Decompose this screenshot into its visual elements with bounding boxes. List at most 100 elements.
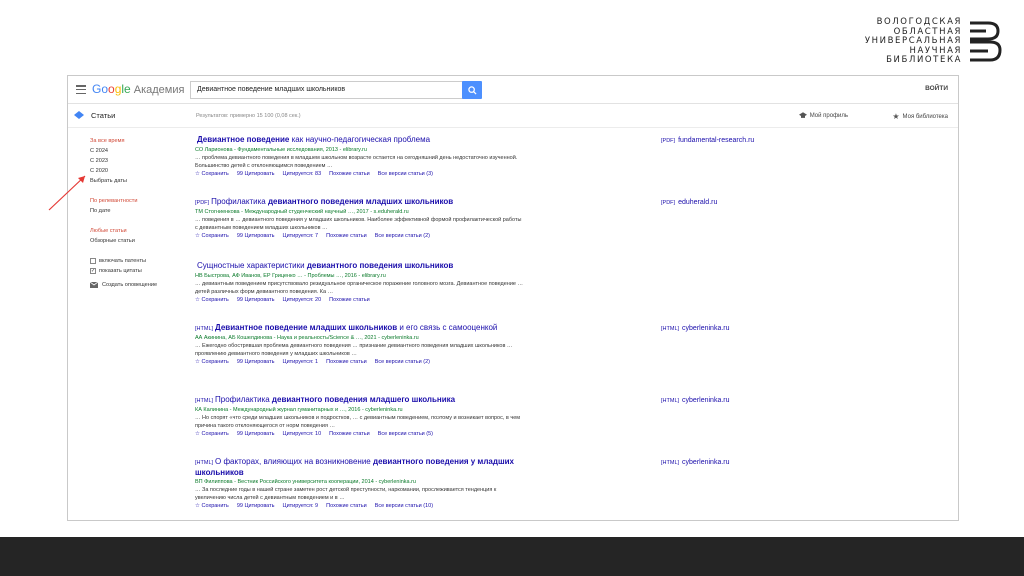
cited-by-link[interactable]: Цитируется: 9 <box>283 502 319 511</box>
result-type: [HTML] <box>195 460 214 466</box>
save-button[interactable]: ☆ Сохранить <box>195 296 229 305</box>
cited-by-link[interactable]: Цитируется: 7 <box>283 232 319 241</box>
section-title[interactable]: Статьи <box>91 111 115 120</box>
result-snippet: … Но спорят «что среди младших школьнико… <box>195 415 521 429</box>
result-type: [PDF] <box>195 200 210 206</box>
include-citations-checkbox[interactable]: ✓ показать цитаты <box>90 266 180 276</box>
result-source-link[interactable]: [PDF] fundamental-research.ru <box>661 137 754 144</box>
versions-link[interactable]: Все версии статьи (3) <box>378 170 433 179</box>
result-title[interactable]: Девиантное поведение как научно-педагоги… <box>195 135 525 146</box>
result-title[interactable]: [PDF] Профилактика девиантного поведения … <box>195 197 525 208</box>
related-link[interactable]: Похожие статьи <box>329 430 370 439</box>
result-snippet: … девиантным поведением присутствовало р… <box>195 281 523 295</box>
scholar-logo[interactable]: Google Академия <box>92 82 184 96</box>
footer-band <box>0 537 1024 576</box>
type-any[interactable]: Любые статьи <box>90 226 180 236</box>
source-type: [HTML] <box>661 326 680 332</box>
include-patents-checkbox[interactable]: включать патенты <box>90 256 180 266</box>
result-title[interactable]: [HTML] Девиантное поведение младших школь… <box>195 323 525 334</box>
create-alert-link[interactable]: Создать оповещение <box>90 282 180 288</box>
versions-link[interactable]: Все версии статьи (2) <box>375 232 430 241</box>
result-item: [PDF] Профилактика девиантного поведения … <box>195 197 525 241</box>
logo-part: o <box>108 82 115 96</box>
save-button[interactable]: ☆ Сохранить <box>195 170 229 179</box>
result-title-rest: О факторах, влияющих на возникновение <box>215 457 373 466</box>
source-domain: eduherald.ru <box>678 199 718 206</box>
library-name: ВОЛОГОДСКАЯ ОБЛАСТНАЯ УНИВЕРСАЛЬНАЯ НАУЧ… <box>865 17 962 66</box>
result-title-rest: Профилактика <box>215 395 272 404</box>
result-title-bold: Девиантное поведение младших школьников <box>215 323 398 332</box>
cite-button[interactable]: 99 Цитировать <box>237 170 275 179</box>
save-label: Сохранить <box>201 297 229 303</box>
cite-button[interactable]: 99 Цитировать <box>237 296 275 305</box>
related-link[interactable]: Похожие статьи <box>329 170 370 179</box>
cite-button[interactable]: 99 Цитировать <box>237 358 275 367</box>
articles-icon <box>74 111 84 119</box>
slide: ВОЛОГОДСКАЯ ОБЛАСТНАЯ УНИВЕРСАЛЬНАЯ НАУЧ… <box>0 0 1024 576</box>
source-domain: cyberleninka.ru <box>682 325 730 332</box>
result-title-bold: девиантного поведения младших школьников <box>267 197 454 206</box>
related-link[interactable]: Похожие статьи <box>326 358 367 367</box>
logo-subtitle: Академия <box>133 84 185 96</box>
type-reviews[interactable]: Обзорные статьи <box>90 236 180 246</box>
result-source-link[interactable]: [HTML] cyberleninka.ru <box>661 397 730 404</box>
search-input[interactable]: Девиантное поведение младших школьников <box>190 81 480 99</box>
filter-since-2024[interactable]: С 2024 <box>90 146 180 156</box>
create-alert-label: Создать оповещение <box>102 282 158 288</box>
sort-date[interactable]: По дате <box>90 206 180 216</box>
result-actions: ☆ Сохранить 99 Цитировать Цитируется: 10… <box>195 430 525 439</box>
result-authors: СО Ларионова - Фундаментальные исследова… <box>195 147 367 153</box>
cited-by-link[interactable]: Цитируется: 10 <box>283 430 322 439</box>
save-button[interactable]: ☆ Сохранить <box>195 232 229 241</box>
save-button[interactable]: ☆ Сохранить <box>195 502 229 511</box>
checkbox-label: включать патенты <box>99 258 147 264</box>
related-link[interactable]: Похожие статьи <box>326 232 367 241</box>
save-button[interactable]: ☆ Сохранить <box>195 358 229 367</box>
menu-icon[interactable] <box>76 85 86 94</box>
filter-since-2023[interactable]: С 2023 <box>90 156 180 166</box>
my-profile-link[interactable]: Мой профиль <box>798 112 848 119</box>
signin-button[interactable]: ВОЙТИ <box>925 85 948 92</box>
filter-any-time[interactable]: За все время <box>90 136 180 146</box>
save-button[interactable]: ☆ Сохранить <box>195 430 229 439</box>
result-source-link[interactable]: [HTML] cyberleninka.ru <box>661 325 730 332</box>
result-title[interactable]: Сущностные характеристики девиантного по… <box>195 261 525 272</box>
cite-button[interactable]: 99 Цитировать <box>237 502 275 511</box>
save-label: Сохранить <box>201 233 229 239</box>
library-mark-icon <box>968 19 1002 65</box>
cite-button[interactable]: 99 Цитировать <box>237 232 275 241</box>
result-source-link[interactable]: [HTML] cyberleninka.ru <box>661 459 730 466</box>
my-library-label: Моя библиотека <box>902 113 948 120</box>
versions-link[interactable]: Все версии статьи (5) <box>378 430 433 439</box>
cited-by-link[interactable]: Цитируется: 1 <box>283 358 319 367</box>
result-source-link[interactable]: [PDF] eduherald.ru <box>661 199 717 206</box>
save-label: Сохранить <box>201 431 229 437</box>
result-title[interactable]: [HTML] О факторах, влияющих на возникнове… <box>195 457 525 478</box>
source-domain: cyberleninka.ru <box>682 397 730 404</box>
result-snippet: … проблема девиантного поведения в младш… <box>195 155 518 169</box>
source-type: [HTML] <box>661 460 680 466</box>
source-type: [PDF] <box>661 138 676 144</box>
source-type: [PDF] <box>661 200 676 206</box>
related-link[interactable]: Похожие статьи <box>326 502 367 511</box>
search-button[interactable] <box>462 81 482 99</box>
filter-since-2020[interactable]: С 2020 <box>90 166 180 176</box>
result-title[interactable]: [HTML] Профилактика девиантного поведения… <box>195 395 525 406</box>
scholar-subbar: Статьи Результатов: примерно 15 100 (0,0… <box>68 104 958 128</box>
scholar-topbar: Google Академия Девиантное поведение млад… <box>68 76 958 104</box>
sort-relevance[interactable]: По релевантности <box>90 196 180 206</box>
versions-link[interactable]: Все версии статьи (10) <box>375 502 433 511</box>
cite-label: Цитировать <box>244 297 275 303</box>
my-library-link[interactable]: ★ Моя библиотека <box>892 112 948 121</box>
result-item: [HTML] Девиантное поведение младших школь… <box>195 323 525 367</box>
cite-button[interactable]: 99 Цитировать <box>237 430 275 439</box>
save-label: Сохранить <box>201 503 229 509</box>
envelope-icon <box>90 282 98 288</box>
related-link[interactable]: Похожие статьи <box>329 296 370 305</box>
result-type: [HTML] <box>195 326 214 332</box>
versions-link[interactable]: Все версии статьи (2) <box>375 358 430 367</box>
cited-by-link[interactable]: Цитируется: 83 <box>283 170 322 179</box>
cited-by-link[interactable]: Цитируется: 20 <box>283 296 322 305</box>
filter-custom-range[interactable]: Выбрать даты <box>90 176 180 186</box>
result-snippet: … поведения в … девиантного поведения у … <box>195 217 522 231</box>
